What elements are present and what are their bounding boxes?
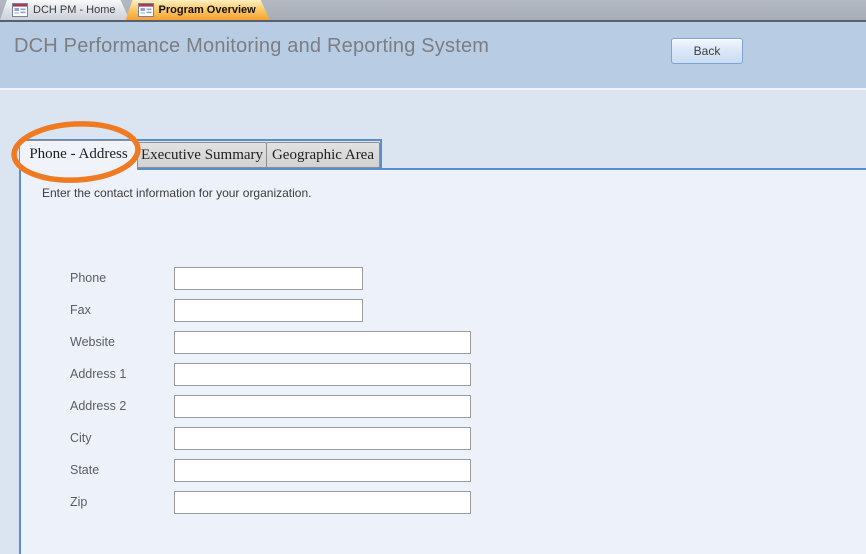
address2-label: Address 2 (70, 395, 170, 418)
city-label: City (70, 427, 170, 450)
form-row: State (21, 459, 541, 482)
doc-tab-program-overview[interactable]: Program Overview (126, 0, 270, 20)
instruction-text: Enter the contact information for your o… (42, 186, 311, 200)
tab-strip-border-right (380, 139, 382, 168)
city-input[interactable] (174, 427, 471, 450)
fax-input[interactable] (174, 299, 363, 322)
zip-input[interactable] (174, 491, 471, 514)
back-button[interactable]: Back (671, 38, 743, 64)
doc-tab-label: DCH PM - Home (33, 4, 116, 16)
tab-executive-summary[interactable]: Executive Summary (137, 142, 267, 168)
tab-page-phone-address: Enter the contact information for your o… (19, 168, 866, 554)
phone-label: Phone (70, 267, 170, 290)
form-row: Address 1 (21, 363, 541, 386)
form-row: Zip (21, 491, 541, 514)
document-tab-bar: DCH PM - Home Program Overview (0, 0, 866, 22)
state-input[interactable] (174, 459, 471, 482)
phone-input[interactable] (174, 267, 363, 290)
access-window: DCH PM - Home Program Overview DCH Perfo… (0, 0, 866, 554)
doc-tab-dch-pm-home[interactable]: DCH PM - Home (0, 0, 130, 20)
fax-label: Fax (70, 299, 170, 322)
doc-tab-label: Program Overview (159, 4, 256, 16)
form-row: Address 2 (21, 395, 541, 418)
address1-label: Address 1 (70, 363, 170, 386)
form-row: City (21, 427, 541, 450)
address2-input[interactable] (174, 395, 471, 418)
state-label: State (70, 459, 170, 482)
form-row: Phone (21, 267, 541, 290)
website-label: Website (70, 331, 170, 354)
website-input[interactable] (174, 331, 471, 354)
form-row: Fax (21, 299, 541, 322)
tab-phone-address[interactable]: Phone - Address (19, 140, 138, 170)
tab-geographic-area[interactable]: Geographic Area (266, 142, 380, 168)
form-header: DCH Performance Monitoring and Reporting… (0, 22, 866, 88)
form-icon (138, 3, 154, 17)
form-row: Website (21, 331, 541, 354)
form-icon (12, 3, 28, 17)
zip-label: Zip (70, 491, 170, 514)
address1-input[interactable] (174, 363, 471, 386)
page-title: DCH Performance Monitoring and Reporting… (14, 35, 489, 58)
form-body: Phone - Address Executive Summary Geogra… (0, 88, 866, 554)
